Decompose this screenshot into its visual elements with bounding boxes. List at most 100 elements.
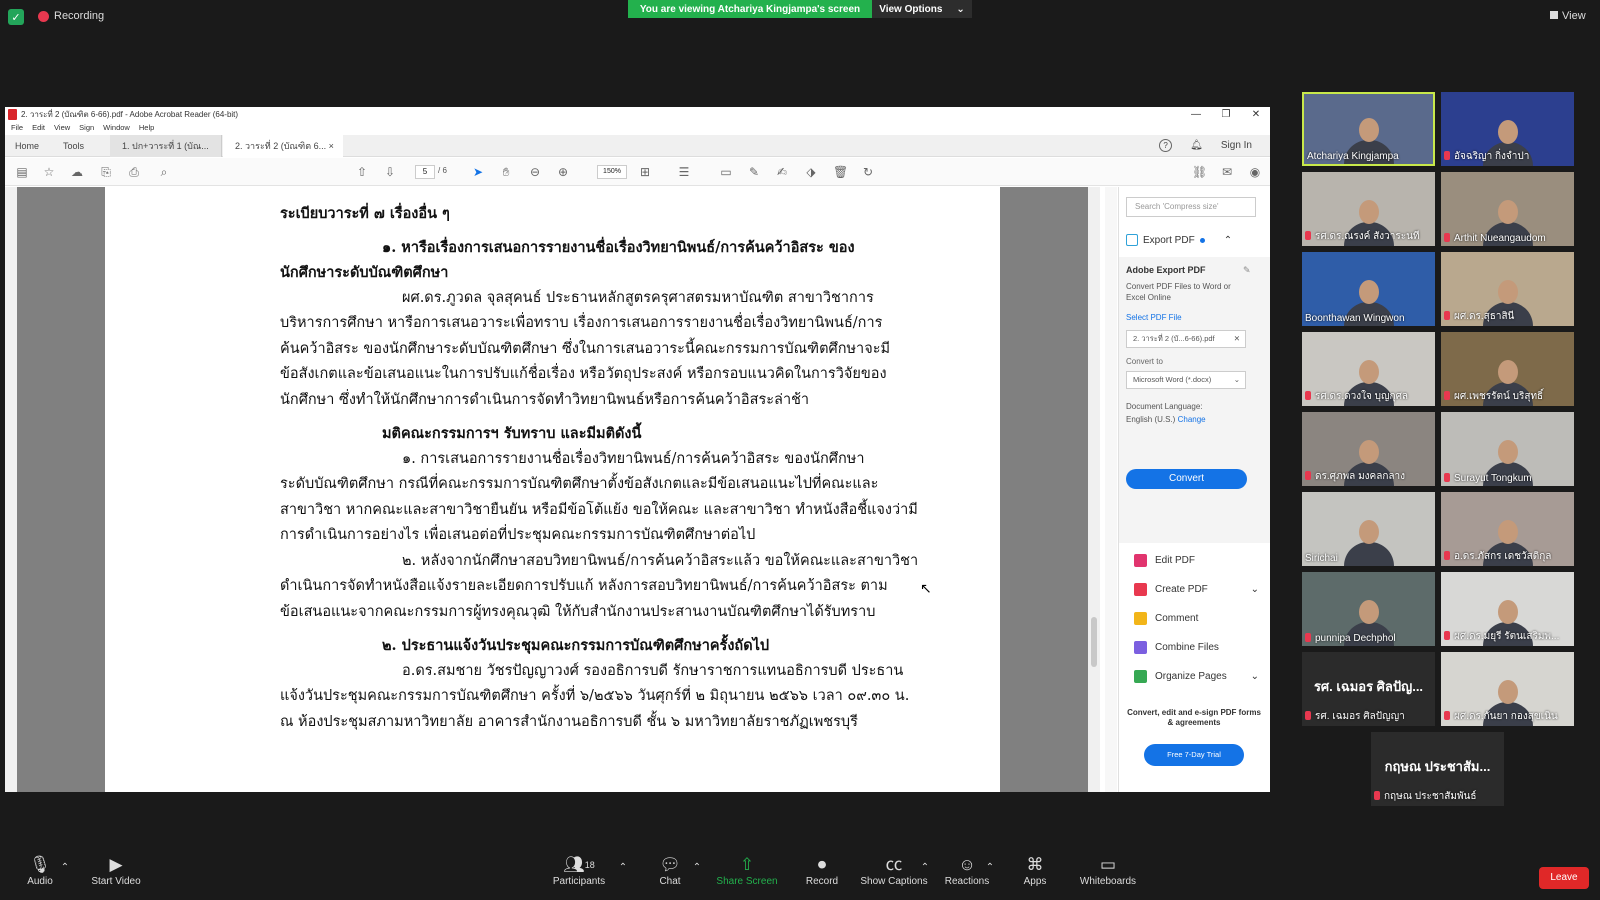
chevron-down-icon[interactable]: ⌄: [1251, 584, 1259, 595]
participant-tile[interactable]: อ.ดร.ภัสกร เดชวัสดิกุล: [1441, 492, 1574, 566]
restore-button[interactable]: ❐: [1215, 107, 1237, 122]
close-window-button[interactable]: ✕: [1245, 107, 1267, 122]
captions-options-chevron-icon[interactable]: ⌃: [918, 862, 932, 873]
zoom-in-icon[interactable]: ⊕: [556, 165, 570, 179]
bell-icon[interactable]: 🔔︎: [1190, 140, 1203, 151]
tool-create-pdf[interactable]: Create PDF ⌄: [1134, 581, 1259, 597]
tool-edit-pdf[interactable]: Edit PDF: [1134, 552, 1259, 568]
page-fit-icon[interactable]: ⊞: [638, 165, 652, 179]
zoom-out-icon[interactable]: ⊖: [528, 165, 542, 179]
chevron-down-icon[interactable]: ⌄: [1251, 671, 1259, 682]
next-page-icon[interactable]: ⇩: [383, 165, 397, 179]
help-icon[interactable]: ?: [1159, 139, 1173, 152]
participant-tile[interactable]: รศ. เฉมอร ศิลปัญ... รศ. เฉมอร ศิลปัญญา: [1302, 652, 1435, 726]
tab-home[interactable]: Home: [15, 135, 39, 157]
record-button[interactable]: ⏺︎ Record: [800, 854, 844, 887]
acrobat-tab-bar: Home Tools 1. ปก+วาระที่ 1 (บัณ... 2. วา…: [5, 135, 1270, 157]
participant-tile[interactable]: ผศ.ดร.สุธาสินี: [1441, 252, 1574, 326]
scroll-mode-icon[interactable]: ☰: [677, 165, 691, 179]
free-trial-button[interactable]: Free 7-Day Trial: [1144, 744, 1244, 766]
view-button[interactable]: View: [1550, 10, 1586, 22]
participant-tile[interactable]: รศ.ดร.ณรงค์ สังวาระนที: [1302, 172, 1435, 246]
tab-tools[interactable]: Tools: [63, 135, 84, 157]
participant-tile[interactable]: punnipa Dechphol: [1302, 572, 1435, 646]
minimize-button[interactable]: —: [1185, 107, 1207, 122]
share-screen-button[interactable]: ⇧ Share Screen: [715, 854, 779, 887]
account-icon[interactable]: ◉: [1248, 165, 1262, 179]
share-file-icon[interactable]: ⎘: [99, 165, 113, 179]
participant-tile[interactable]: กฤษณ ประชาสัม... กฤษณ ประชาสัมพันธ์: [1371, 732, 1504, 806]
select-pdf-label[interactable]: Select PDF File: [1126, 313, 1182, 322]
participant-tile[interactable]: Boonthawan Wingwon: [1302, 252, 1435, 326]
right-pane-toggle[interactable]: [1105, 187, 1117, 792]
edit-icon[interactable]: ✎: [1243, 265, 1251, 276]
clear-file-icon[interactable]: ✕: [1234, 331, 1240, 347]
menu-help[interactable]: Help: [139, 122, 154, 134]
search-icon[interactable]: ⌕: [157, 165, 171, 179]
participant-tile[interactable]: อัจฉริญา กิ่งจำปา: [1441, 92, 1574, 166]
stamp-icon[interactable]: ⬗: [804, 165, 818, 179]
delete-icon[interactable]: 🗑︎: [833, 165, 848, 179]
participant-tile[interactable]: ผศ.ดร.มยุรี รัตนเสริมพ...: [1441, 572, 1574, 646]
tools-search-input[interactable]: Search 'Compress size': [1126, 197, 1256, 217]
convert-button[interactable]: Convert: [1126, 469, 1247, 489]
participant-tile[interactable]: Atchariya Kingjampa: [1302, 92, 1435, 166]
menu-view[interactable]: View: [54, 122, 70, 134]
print-icon[interactable]: ⎙: [127, 165, 141, 179]
page-number-input[interactable]: 5: [415, 165, 435, 179]
select-cursor-icon[interactable]: ➤: [471, 165, 485, 179]
menu-file[interactable]: File: [11, 122, 23, 134]
chat-options-chevron-icon[interactable]: ⌃: [690, 862, 704, 873]
participants-icon: 👥︎: [563, 855, 585, 874]
participants-options-chevron-icon[interactable]: ⌃: [616, 862, 630, 873]
participant-tile[interactable]: ผศ.เพชรรัตน์ บริสุทธิ์: [1441, 332, 1574, 406]
participant-tile[interactable]: รศ.ดร.ดวงใจ บุญกุศล: [1302, 332, 1435, 406]
participant-tile[interactable]: Arthit Nueangaudom: [1441, 172, 1574, 246]
tab-document-2[interactable]: 2. วาระที่ 2 (บัณฑิต 6... ×: [223, 135, 343, 157]
security-shield-icon[interactable]: ✓: [8, 9, 24, 25]
participant-tile[interactable]: Sirichai: [1302, 492, 1435, 566]
rotate-icon[interactable]: ↻: [861, 165, 875, 179]
sign-in-button[interactable]: Sign In: [1221, 140, 1252, 151]
tool-combine-files[interactable]: Combine Files: [1134, 639, 1259, 655]
mail-icon[interactable]: ✉: [1220, 165, 1234, 179]
change-language-link[interactable]: Change: [1178, 415, 1206, 424]
start-video-button[interactable]: ▶︎ Start Video: [88, 854, 144, 887]
apps-button[interactable]: ⌘ Apps: [1020, 854, 1050, 887]
zoom-level-select[interactable]: 150%: [597, 165, 627, 179]
chat-button[interactable]: 💬︎ Chat: [653, 854, 687, 887]
view-options-button[interactable]: View Options ⌄: [872, 0, 972, 18]
scrollbar-thumb[interactable]: [1091, 617, 1097, 667]
chevron-up-icon[interactable]: ⌃: [1224, 235, 1232, 246]
reactions-options-chevron-icon[interactable]: ⌃: [983, 862, 997, 873]
bookmark-star-icon[interactable]: ☆: [42, 165, 56, 179]
menu-sign[interactable]: Sign: [79, 122, 94, 134]
leave-button[interactable]: Leave: [1539, 867, 1589, 889]
audio-button[interactable]: 🎙︎ Audio: [20, 854, 60, 887]
highlight-pen-icon[interactable]: ✎: [747, 165, 761, 179]
format-select[interactable]: Microsoft Word (*.docx) ⌄: [1126, 371, 1246, 389]
whiteboards-button[interactable]: ▭ Whiteboards: [1078, 854, 1138, 887]
export-pdf-header[interactable]: Export PDF ⌃: [1126, 233, 1256, 247]
upload-cloud-icon[interactable]: ☁: [70, 165, 84, 179]
previous-page-icon[interactable]: ⇧: [355, 165, 369, 179]
participant-tile[interactable]: ผศ.ดร.กันยา กองสุขเนิน: [1441, 652, 1574, 726]
tab-document-1[interactable]: 1. ปก+วาระที่ 1 (บัณ...: [110, 135, 222, 157]
tool-comment[interactable]: Comment: [1134, 610, 1259, 626]
audio-options-chevron-icon[interactable]: ⌃: [58, 862, 72, 873]
menu-edit[interactable]: Edit: [32, 122, 45, 134]
save-icon[interactable]: ▤: [15, 165, 29, 179]
left-pane-toggle[interactable]: [5, 187, 17, 792]
menu-window[interactable]: Window: [103, 122, 130, 134]
participant-tile[interactable]: ดร.ศุภพล มงคลกลาง: [1302, 412, 1435, 486]
link-icon[interactable]: ⛓: [1192, 165, 1207, 179]
participant-tile[interactable]: Surayut Tongkum: [1441, 412, 1574, 486]
tool-organize-pages[interactable]: Organize Pages ⌄: [1134, 668, 1259, 684]
close-tab-icon[interactable]: ×: [329, 141, 334, 151]
comment-icon[interactable]: ▭: [719, 165, 733, 179]
participants-button[interactable]: 👥︎18 Participants: [549, 854, 609, 887]
document-scrollbar[interactable]: [1088, 187, 1100, 792]
draw-icon[interactable]: ✍: [775, 165, 789, 179]
hand-tool-icon[interactable]: ✋︎: [499, 165, 513, 179]
selected-file-field[interactable]: 2. วาระที่ 2 (บั...6-66).pdf ✕: [1126, 330, 1246, 348]
